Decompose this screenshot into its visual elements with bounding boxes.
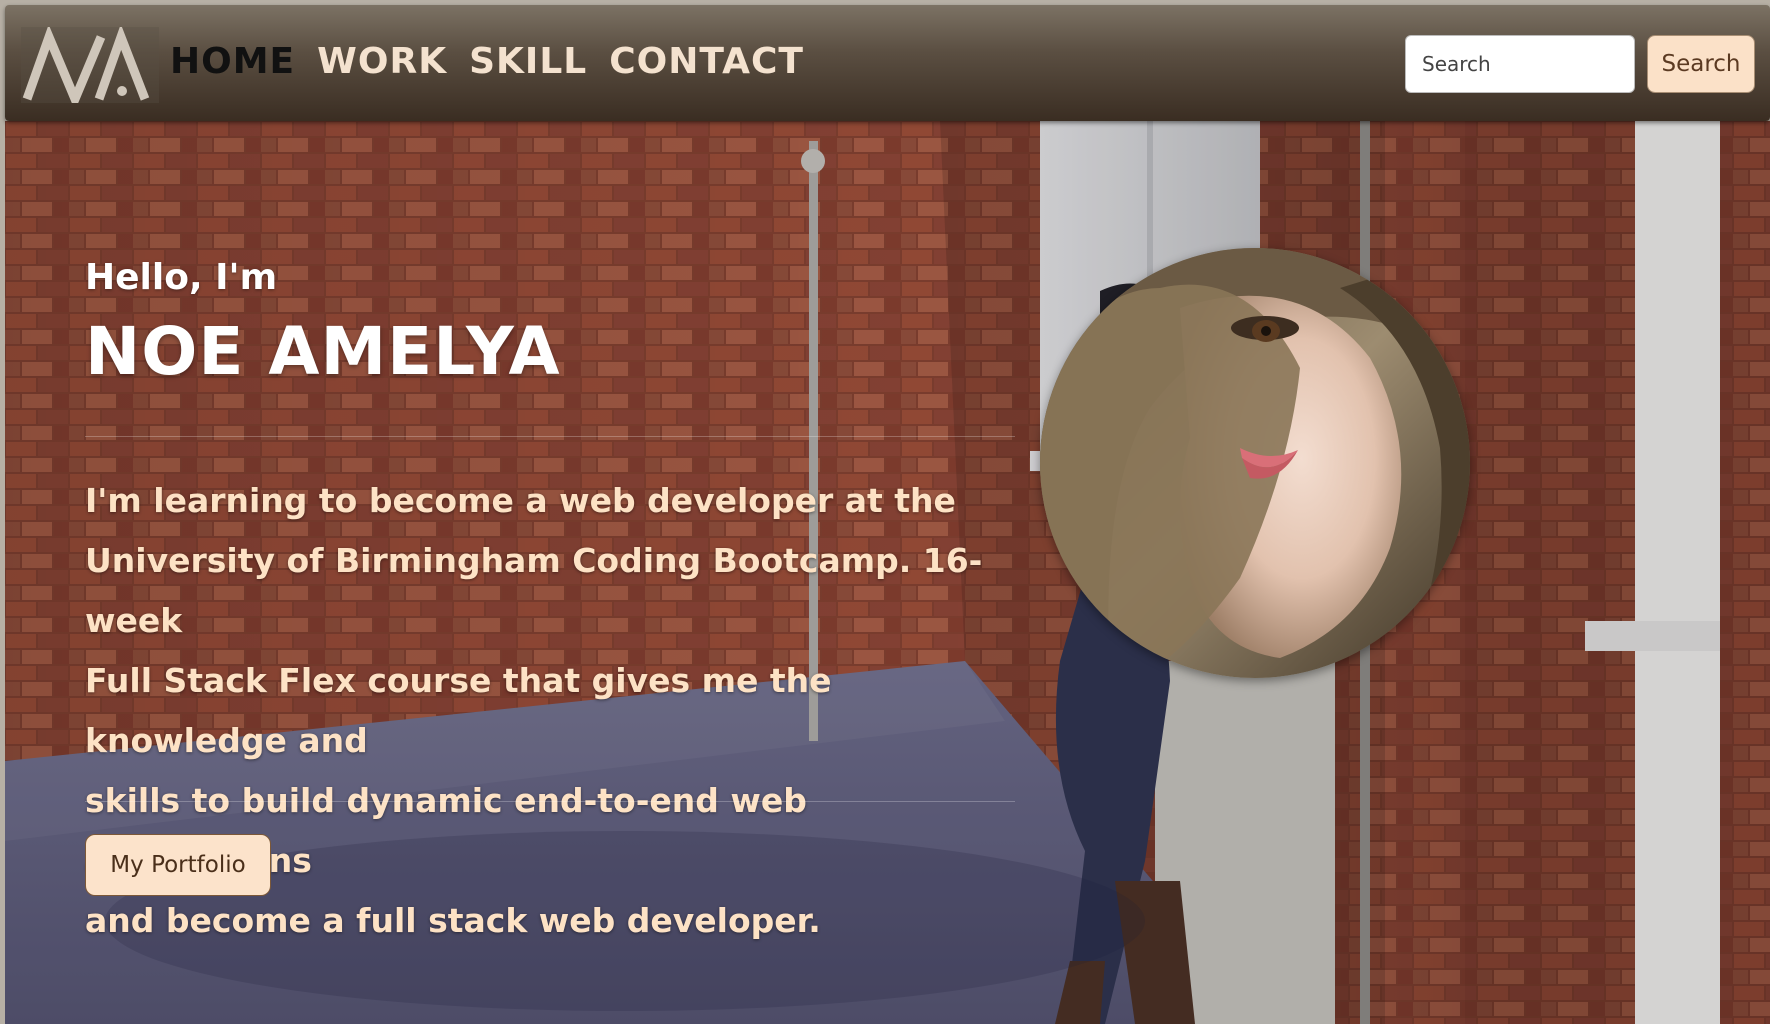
search-button[interactable]: Search — [1647, 35, 1755, 93]
nav-skill[interactable]: SKILL — [469, 41, 587, 82]
avatar — [1040, 248, 1470, 678]
nav-links: HOME WORK SKILL CONTACT — [170, 41, 804, 82]
hero-name: NOE AMELYA — [85, 313, 561, 390]
navbar: HOME WORK SKILL CONTACT Search — [5, 5, 1770, 121]
nav-work[interactable]: WORK — [317, 41, 447, 82]
intro-line: University of Birmingham Coding Bootcamp… — [85, 541, 983, 640]
intro-line: and become a full stack web developer. — [85, 901, 821, 940]
divider-top — [85, 436, 1015, 437]
logo[interactable] — [21, 24, 159, 111]
portfolio-button[interactable]: My Portfolio — [85, 834, 271, 896]
nav-contact[interactable]: CONTACT — [609, 41, 804, 82]
hero-section: Hello, I'm NOE AMELYA I'm learning to be… — [5, 121, 1770, 1024]
page: HOME WORK SKILL CONTACT Search Search He… — [0, 0, 1770, 1024]
profile-photo — [1040, 248, 1470, 678]
search-input[interactable] — [1405, 35, 1635, 93]
intro-line: I'm learning to become a web developer a… — [85, 481, 956, 520]
intro-line: Full Stack Flex course that gives me the… — [85, 661, 832, 760]
greeting: Hello, I'm — [85, 257, 278, 298]
nav-home[interactable]: HOME — [170, 41, 295, 82]
divider-bottom — [85, 801, 1015, 802]
logo-monogram-icon — [22, 24, 150, 111]
